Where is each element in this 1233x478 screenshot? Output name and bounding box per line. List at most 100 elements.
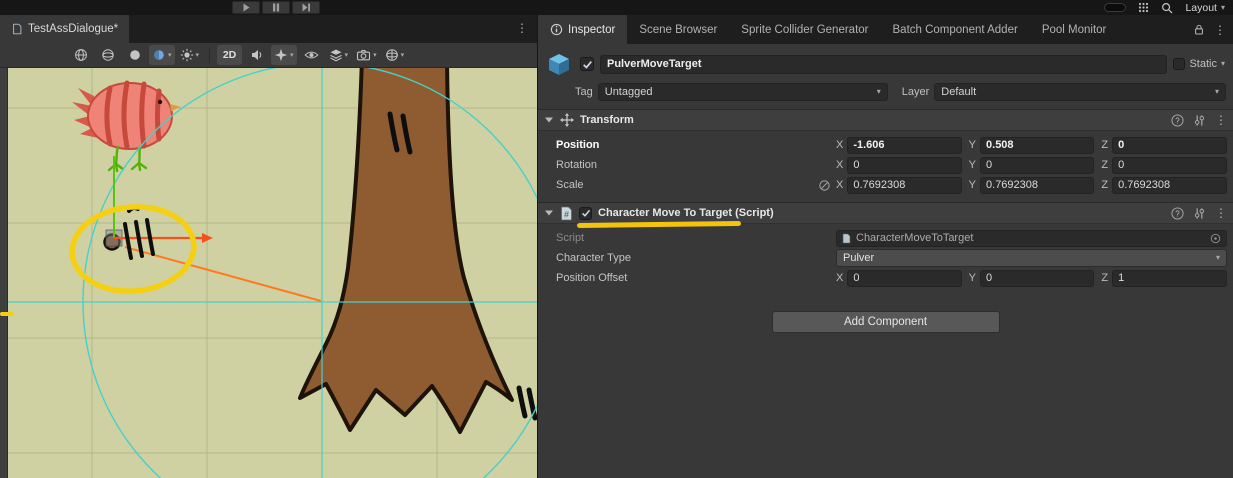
transform-title: Transform — [580, 114, 1165, 126]
scene-asset-icon — [11, 23, 23, 35]
layout-label: Layout — [1185, 2, 1217, 14]
lighting-sun-dropdown[interactable]: ▾ — [177, 45, 203, 65]
gizmos-icon — [385, 48, 399, 62]
script-field-row: Script CharacterMoveToTarget — [538, 228, 1227, 248]
layer-value: Default — [941, 86, 976, 98]
draw-mode-globe-icon[interactable] — [68, 45, 93, 65]
tab-pool-monitor[interactable]: Pool Monitor — [1030, 15, 1119, 44]
gameobject-name-field[interactable] — [600, 55, 1167, 74]
help-icon[interactable]: ? — [1171, 207, 1184, 220]
character-type-dropdown[interactable]: Pulver ▾ — [836, 249, 1227, 267]
audio-speaker-icon[interactable] — [244, 45, 269, 65]
script-icon — [842, 233, 851, 244]
gizmos-sphere-dropdown[interactable]: ▾ — [382, 45, 408, 65]
offset-y-field[interactable]: 0 — [980, 270, 1094, 287]
lock-icon[interactable] — [1193, 23, 1205, 36]
transform-icon — [560, 113, 574, 127]
effects-sparkle-dropdown[interactable]: ▾ — [271, 45, 297, 65]
position-offset-row: Position Offset X0 Y0 Z1 — [538, 268, 1227, 288]
layout-dropdown[interactable]: Layout ▾ — [1185, 2, 1225, 14]
scale-label: Scale — [556, 179, 818, 191]
step-button[interactable] — [292, 1, 320, 14]
offset-z-field[interactable]: 1 — [1112, 270, 1227, 287]
script-header[interactable]: # Character Move To Target (Script) ? ⋮ — [538, 202, 1233, 224]
grid-apps-icon[interactable] — [1138, 2, 1149, 13]
position-z-field[interactable]: 0 — [1112, 137, 1227, 154]
tab-batch-component-adder[interactable]: Batch Component Adder — [881, 15, 1030, 44]
tab-sprite-collider-generator[interactable]: Sprite Collider Generator — [729, 15, 880, 44]
foldout-arrow-icon[interactable] — [544, 117, 554, 123]
script-enabled-checkbox[interactable] — [579, 207, 592, 220]
layers-icon — [329, 48, 343, 62]
help-icon[interactable]: ? — [1171, 114, 1184, 127]
sparkle-icon — [274, 48, 288, 62]
svg-text:#: # — [564, 209, 569, 219]
offset-x-field[interactable]: 0 — [847, 270, 961, 287]
scale-constrain-icon[interactable] — [818, 179, 836, 192]
pause-button[interactable] — [262, 1, 290, 14]
panel-edge-strip — [0, 68, 8, 478]
play-icon — [240, 2, 252, 13]
add-component-button[interactable]: Add Component — [772, 311, 1000, 333]
scene-toolbar: ▾ ▾ 2D ▾ ▾ ▾ — [0, 43, 537, 68]
position-label: Position — [556, 139, 836, 151]
scale-y-field[interactable]: 0.7692308 — [980, 177, 1094, 194]
camera-dropdown[interactable]: ▾ — [353, 45, 380, 65]
bird-sprite — [72, 83, 181, 171]
character-type-value: Pulver — [843, 252, 874, 264]
presets-icon[interactable] — [1193, 114, 1206, 127]
visibility-eye-icon[interactable] — [299, 45, 324, 65]
2d-toggle-button[interactable]: 2D — [217, 45, 242, 65]
header-icons: ? ⋮ — [1171, 114, 1227, 127]
presets-icon[interactable] — [1193, 207, 1206, 220]
prefab-cube-icon[interactable] — [544, 51, 574, 77]
position-offset-label: Position Offset — [556, 272, 836, 284]
occlusion-circle-icon[interactable] — [122, 45, 147, 65]
layer-dropdown[interactable]: Default ▾ — [934, 83, 1226, 101]
tag-dropdown[interactable]: Untagged ▾ — [598, 83, 888, 101]
script-field-value: CharacterMoveToTarget — [856, 232, 973, 244]
component-menu-icon[interactable]: ⋮ — [1215, 207, 1227, 219]
search-icon[interactable] — [1161, 2, 1173, 14]
object-picker-icon[interactable] — [1210, 233, 1221, 244]
rotation-x-field[interactable]: 0 — [847, 157, 961, 174]
tab-inspector[interactable]: Inspector — [538, 15, 627, 44]
account-button[interactable] — [1104, 3, 1126, 12]
x-axis-label: X — [836, 272, 843, 284]
position-y-field[interactable]: 0.508 — [980, 137, 1094, 154]
wireframe-sphere-icon[interactable] — [95, 45, 120, 65]
z-axis-label: Z — [1101, 159, 1108, 171]
play-button[interactable] — [232, 1, 260, 14]
script-object-field[interactable]: CharacterMoveToTarget — [836, 230, 1227, 247]
inspector-menu-icon[interactable]: ⋮ — [1214, 24, 1226, 36]
tab-label: Sprite Collider Generator — [741, 24, 868, 36]
tab-scene-browser[interactable]: Scene Browser — [627, 15, 729, 44]
component-menu-icon[interactable]: ⋮ — [1215, 114, 1227, 126]
layers-stack-dropdown[interactable]: ▾ — [326, 45, 352, 65]
foldout-arrow-icon[interactable] — [544, 210, 554, 216]
rotation-z-field[interactable]: 0 — [1112, 157, 1227, 174]
toolbar-separator — [209, 48, 210, 63]
scale-x-field[interactable]: 0.7692308 — [847, 177, 961, 194]
position-x-field[interactable]: -1.606 — [847, 137, 961, 154]
svg-text:?: ? — [1175, 116, 1180, 125]
tab-label: Inspector — [568, 24, 615, 36]
check-icon — [582, 59, 593, 70]
y-axis-label: Y — [969, 179, 976, 191]
y-axis-label: Y — [969, 139, 976, 151]
static-checkbox[interactable] — [1173, 58, 1185, 70]
tab-label: Scene Browser — [639, 24, 717, 36]
y-axis-label: Y — [969, 159, 976, 171]
inspector-tab-bar: Inspector Scene Browser Sprite Collider … — [538, 15, 1233, 44]
position-row: Position X-1.606 Y0.508 Z0 — [538, 135, 1227, 155]
shaded-sphere-dropdown[interactable]: ▾ — [149, 45, 175, 65]
transform-header[interactable]: Transform ? ⋮ — [538, 109, 1233, 131]
script-title: Character Move To Target (Script) — [598, 207, 1165, 219]
scale-z-field[interactable]: 0.7692308 — [1112, 177, 1227, 194]
scene-tab[interactable]: TestAssDialogue* — [0, 15, 129, 43]
active-checkbox[interactable] — [580, 57, 594, 71]
scene-tab-menu-icon[interactable]: ⋮ — [516, 22, 528, 34]
rotation-y-field[interactable]: 0 — [980, 157, 1094, 174]
scene-view-canvas[interactable] — [0, 68, 537, 478]
static-caret-icon[interactable]: ▾ — [1221, 60, 1225, 68]
